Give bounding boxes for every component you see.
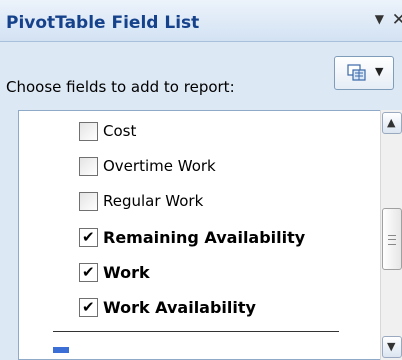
field-checkbox[interactable]: ✔ — [79, 263, 98, 282]
chevron-up-icon: ▲ — [387, 116, 396, 129]
chevron-down-icon: ▼ — [375, 65, 384, 78]
field-checkbox[interactable]: ✔ — [79, 298, 98, 317]
scroll-down-button[interactable]: ▼ — [382, 336, 402, 358]
field-label: Overtime Work — [103, 157, 216, 175]
choose-fields-label: Choose fields to add to report: — [6, 78, 235, 96]
grip-icon — [388, 235, 396, 245]
field-label: Remaining Availability — [103, 228, 306, 247]
field-checkbox[interactable] — [79, 192, 98, 211]
title-bar: PivotTable Field List ▼ ✕ — [0, 0, 402, 42]
scroll-up-button[interactable]: ▲ — [382, 112, 402, 134]
close-icon[interactable]: ✕ — [392, 10, 402, 30]
scroll-thumb[interactable] — [382, 208, 402, 270]
list-divider — [53, 331, 339, 332]
field-label: Work — [103, 263, 150, 282]
title-dropdown-icon[interactable]: ▼ — [375, 12, 384, 26]
checkmark-icon: ✔ — [82, 228, 95, 246]
checkmark-icon: ✔ — [82, 298, 95, 316]
layout-button[interactable]: ▼ — [334, 56, 394, 90]
field-label: Cost — [103, 122, 137, 140]
checkmark-icon: ✔ — [82, 263, 95, 281]
vertical-scrollbar[interactable]: ▲ ▼ — [380, 110, 402, 360]
panel-title: PivotTable Field List — [6, 13, 200, 33]
field-list[interactable]: Cost Overtime Work Regular Work ✔ Remain… — [18, 110, 402, 360]
field-label: Work Availability — [103, 298, 256, 317]
field-checkbox[interactable]: ✔ — [79, 228, 98, 247]
chevron-down-icon: ▼ — [387, 340, 396, 353]
field-item-icon — [53, 347, 69, 353]
field-list-panel: Choose fields to add to report: ▼ Cost O… — [0, 42, 402, 360]
field-list-layout-icon — [347, 64, 366, 81]
field-checkbox[interactable] — [79, 122, 98, 141]
field-label: Regular Work — [103, 192, 204, 210]
field-checkbox[interactable] — [79, 157, 98, 176]
